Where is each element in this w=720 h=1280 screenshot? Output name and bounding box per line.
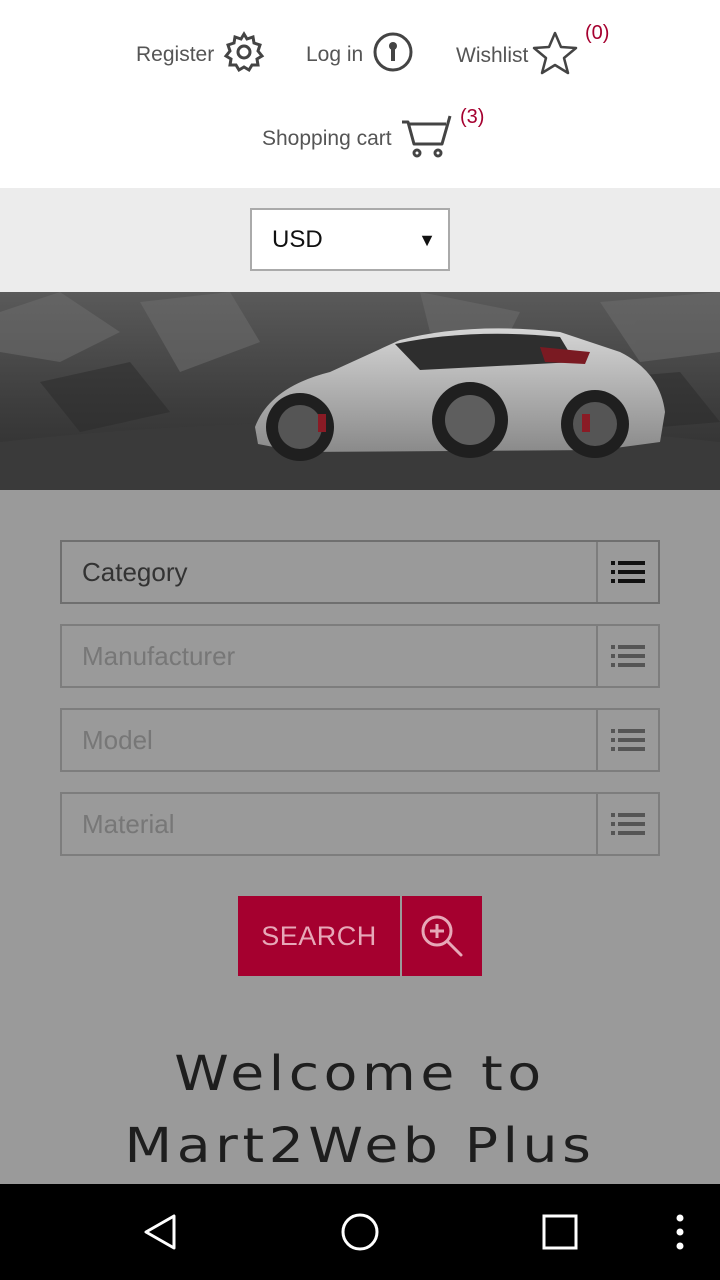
login-link[interactable]: Log in [306, 30, 415, 80]
more-options-icon[interactable] [670, 1212, 690, 1257]
list-icon[interactable] [596, 542, 658, 602]
currency-value: USD [272, 225, 323, 253]
cart-label: Shopping cart [262, 127, 392, 150]
model-label: Model [82, 724, 153, 755]
cart-count: (3) [460, 106, 485, 128]
star-icon [532, 30, 578, 82]
material-label: Material [82, 808, 175, 839]
search-button[interactable]: SEARCH [238, 896, 400, 976]
login-label: Log in [306, 43, 364, 66]
back-icon[interactable] [140, 1212, 180, 1257]
currency-bar: USD ▼ [0, 188, 720, 292]
system-nav-bar [0, 1184, 720, 1280]
wishlist-label: Wishlist [456, 44, 529, 67]
list-icon[interactable] [596, 626, 658, 686]
model-dropdown[interactable]: Model [60, 708, 660, 772]
list-icon[interactable] [596, 710, 658, 770]
welcome-line-1: Welcome to [174, 1046, 546, 1102]
magnifier-plus-icon [421, 915, 463, 957]
key-icon [371, 30, 415, 80]
recents-icon[interactable] [542, 1214, 578, 1255]
search-panel: Category Manufacturer Model Material SEA… [0, 490, 720, 1184]
register-link[interactable]: Register [136, 30, 266, 80]
shopping-cart-link[interactable]: Shopping cart [262, 112, 454, 166]
home-icon[interactable] [340, 1212, 380, 1257]
register-label: Register [136, 43, 215, 66]
currency-select[interactable]: USD ▼ [250, 208, 450, 271]
gear-icon [222, 30, 266, 80]
cart-icon [400, 112, 454, 166]
category-label: Category [82, 556, 188, 587]
welcome-heading: Welcome to Mart2Web Plus [0, 1038, 720, 1182]
manufacturer-label: Manufacturer [82, 640, 236, 671]
material-dropdown[interactable]: Material [60, 792, 660, 856]
wishlist-link[interactable]: Wishlist [456, 30, 578, 82]
manufacturer-dropdown[interactable]: Manufacturer [60, 624, 660, 688]
header: Register Log in Wishlist (0) Shopping ca… [0, 0, 720, 188]
list-icon[interactable] [596, 794, 658, 854]
wishlist-count: (0) [585, 22, 610, 44]
welcome-line-2: Mart2Web Plus [124, 1118, 596, 1174]
hero-banner [0, 292, 720, 490]
dropdown-arrow-icon: ▼ [418, 230, 436, 250]
category-dropdown[interactable]: Category [60, 540, 660, 604]
car-banner-image [0, 292, 720, 490]
search-icon-button[interactable] [402, 896, 482, 976]
